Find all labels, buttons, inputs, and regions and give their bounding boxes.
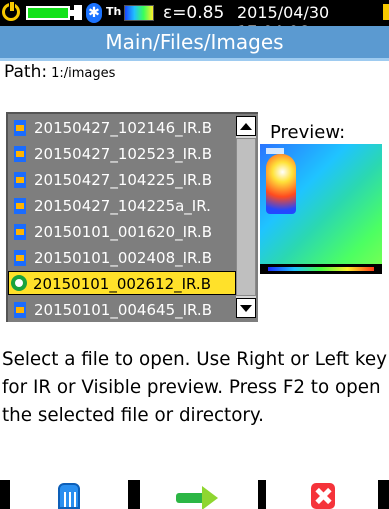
path-value: 1:/images [51, 66, 116, 81]
file-list[interactable]: 20150427_102146_IR.B 20150427_102523_IR.… [6, 112, 258, 322]
file-row[interactable]: 20150101_002408_IR.B [10, 246, 236, 270]
bluetooth-icon: ✱ [86, 3, 102, 23]
page-title: Main/Files/Images [0, 26, 389, 61]
open-arrow-icon [176, 486, 220, 509]
file-row[interactable]: 20150427_102146_IR.B [10, 116, 236, 140]
file-row[interactable]: 20150101_004645_IR.B [10, 298, 236, 322]
scrollbar-thumb[interactable] [236, 138, 256, 296]
ir-image-file-icon [14, 120, 26, 136]
hot-object-shape [266, 154, 296, 214]
file-name: 20150427_102523_IR.B [34, 145, 212, 163]
path-label: Path: [4, 62, 48, 82]
scroll-down-icon[interactable] [236, 298, 256, 318]
ir-image-file-icon [14, 172, 26, 188]
file-name: 20150101_004645_IR.B [34, 301, 212, 319]
close-x-icon [311, 483, 335, 509]
ir-image-file-icon [14, 146, 26, 162]
range-label: Th [106, 5, 122, 18]
softkey-bar [0, 480, 389, 509]
list-scrollbar[interactable] [236, 116, 256, 318]
trash-icon [58, 483, 80, 509]
close-button[interactable] [266, 480, 378, 509]
path-display: Path: 1:/images [4, 62, 115, 82]
plug-icon [74, 5, 82, 20]
preview-color-scale [268, 267, 374, 271]
file-name: 20150427_102146_IR.B [34, 119, 212, 137]
file-row[interactable]: 20150427_104225_IR.B [10, 168, 236, 192]
file-name: 20150427_104225_IR.B [34, 171, 212, 189]
file-name: 20150101_002612_IR.B [33, 275, 211, 293]
thermal-preview-image [260, 144, 382, 274]
file-name: 20150427_104225a_IR. [34, 197, 211, 215]
ir-image-file-icon [14, 302, 26, 318]
file-name: 20150101_002408_IR.B [34, 249, 212, 267]
open-button[interactable] [140, 480, 258, 509]
battery-icon [26, 6, 74, 20]
status-bar: ✱ Th ε=0.85 2015/04/30 17:04:06 [0, 0, 389, 41]
delete-button[interactable] [10, 480, 128, 509]
ir-image-file-icon [14, 224, 26, 240]
file-row[interactable]: 20150101_001620_IR.B [10, 220, 236, 244]
scroll-up-icon[interactable] [236, 116, 256, 136]
selected-file-icon [11, 275, 27, 291]
file-row[interactable]: 20150427_104225a_IR. [10, 194, 236, 218]
power-icon [2, 1, 20, 21]
help-text: Select a file to open. Use Right or Left… [2, 349, 387, 426]
palette-icon [124, 5, 154, 21]
emissivity-readout: ε=0.85 [163, 3, 225, 23]
ir-image-file-icon [14, 198, 26, 214]
ir-image-file-icon [14, 250, 26, 266]
storage-icon [383, 4, 389, 20]
file-name: 20150101_001620_IR.B [34, 223, 212, 241]
file-row-selected[interactable]: 20150101_002612_IR.B [8, 271, 236, 295]
file-row[interactable]: 20150427_102523_IR.B [10, 142, 236, 166]
preview-label: Preview: [270, 122, 346, 143]
